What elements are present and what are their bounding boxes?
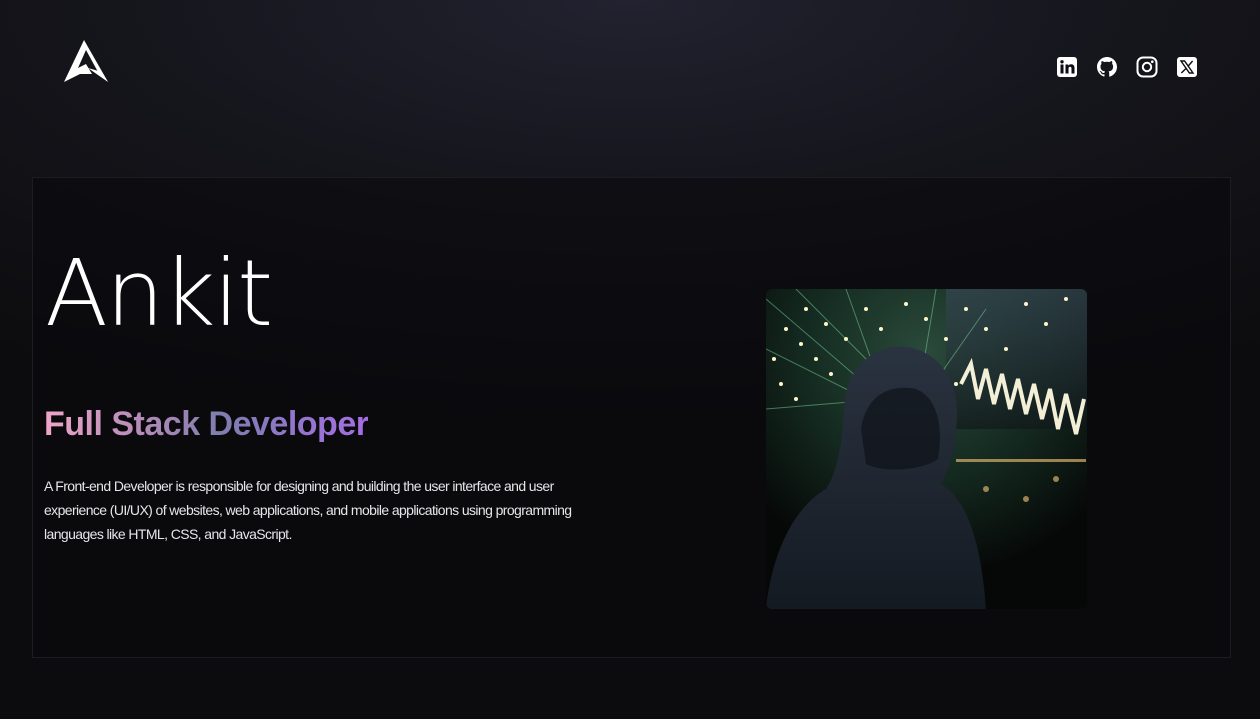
x-link[interactable] — [1176, 56, 1198, 78]
instagram-link[interactable] — [1136, 56, 1158, 78]
hero-name: Ankit — [45, 240, 273, 347]
github-icon — [1097, 57, 1117, 77]
social-links — [1056, 56, 1198, 78]
hero-description: A Front-end Developer is responsible for… — [44, 478, 572, 542]
linkedin-icon — [1057, 57, 1077, 77]
portfolio-page: Ankit Full Stack Developer A Front-end D… — [0, 0, 1260, 719]
linkedin-link[interactable] — [1056, 56, 1078, 78]
profile-photo-hooded-figure — [766, 289, 1087, 609]
logo-icon[interactable] — [62, 38, 110, 84]
x-twitter-icon — [1177, 57, 1197, 77]
instagram-icon — [1136, 56, 1158, 78]
profile-photo — [766, 289, 1087, 609]
github-link[interactable] — [1096, 56, 1118, 78]
hero-section: Ankit Full Stack Developer A Front-end D… — [32, 177, 1231, 658]
hero-role: Full Stack Developer — [44, 405, 369, 443]
